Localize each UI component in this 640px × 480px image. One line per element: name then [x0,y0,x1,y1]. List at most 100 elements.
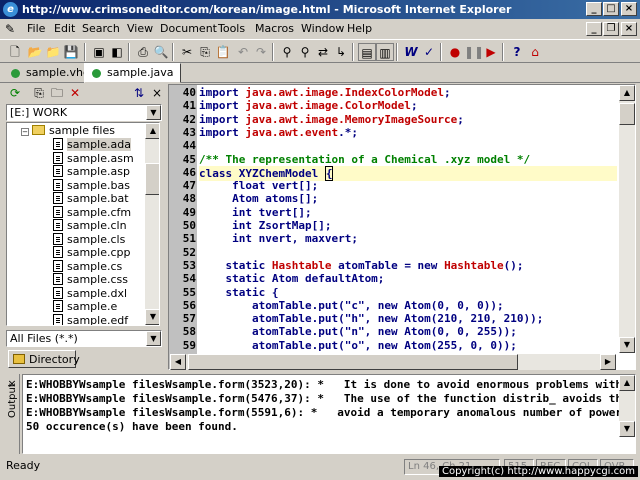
file-icon [53,205,63,218]
new-file-icon[interactable]: 🗋 [6,43,24,61]
tree-file-item[interactable]: sample.bas [53,178,130,192]
tree-file-item[interactable]: sample.edf [53,313,128,325]
help-icon[interactable]: ? [508,43,526,61]
goto-icon[interactable]: ↳ [332,43,350,61]
tree-file-item[interactable]: sample.cls [53,232,125,246]
window-title-bar[interactable]: e http://www.crimsoneditor.com/korean/im… [0,0,640,19]
tree-file-item[interactable]: sample.e [53,300,117,313]
scroll-thumb[interactable] [188,354,518,370]
find-next-icon[interactable]: ⚲ [296,43,314,61]
play-macro-icon[interactable]: ▶ [482,43,500,61]
code-editor[interactable]: 40 41 42 43 44 45 46 47 48 49 50 51 52 53 54 55 56 57 58 59… [168,84,636,370]
tree-file-item[interactable]: sample.asp [53,165,130,178]
tree-file-item[interactable]: sample.cpp [53,246,131,259]
menu-view[interactable]: View [127,22,153,35]
open-folder-icon[interactable]: 📂 [26,43,44,61]
app-icon[interactable]: ✎ [5,22,15,36]
menu-tools[interactable]: Tools [218,22,245,35]
toolbar: 🗋 📂 📁 💾 ▣ ◧ ⎙ 🔍 ✂ ⎘ 📋 ↶ ↷ ⚲ ⚲ ⇄ ↳ ▤ ▥ W … [0,39,640,63]
scroll-thumb[interactable] [145,163,159,195]
print-icon[interactable]: ⎙ [134,43,152,61]
panel-close-icon[interactable]: × [148,84,166,102]
tree-folder-sample-files[interactable]: − sample files [21,124,115,137]
tree-file-label: sample.e [67,300,118,313]
delete-icon[interactable]: ✕ [66,84,84,102]
undo-icon[interactable]: ↶ [234,43,252,61]
refresh-icon[interactable]: ⟳ [6,84,24,102]
tree-file-item[interactable]: sample.bat [53,192,129,205]
close-button[interactable]: × [621,2,637,16]
copy-icon[interactable]: ⎘ [196,43,214,61]
chevron-down-icon[interactable]: ▼ [146,331,161,346]
close-doc-icon[interactable]: ◧ [108,43,126,61]
toolbar-separator [84,43,86,61]
tab-sample-java[interactable]: sample.java [84,63,181,83]
print-preview-icon[interactable]: 🔍 [152,43,170,61]
menu-edit[interactable]: Edit [54,22,75,35]
scroll-up-icon[interactable]: ▲ [145,123,159,139]
menu-search[interactable]: Search [82,22,120,35]
doc-minimize-button[interactable]: _ [586,22,602,36]
scroll-up-icon[interactable]: ▲ [619,85,635,101]
output-text[interactable]: E:WHOBBYWsample filesWsample.form(3523,2… [22,374,636,454]
menu-document[interactable]: Document [160,22,217,35]
code-token: class XYZChemModel [199,166,325,180]
maximize-button[interactable]: □ [603,2,619,16]
paste-icon[interactable]: 📋 [214,43,232,61]
tree-file-item[interactable]: sample.asm [53,151,134,165]
open-remote-icon[interactable]: 📁 [44,43,62,61]
output-scrollbar[interactable]: ▲ ▼ [619,375,635,437]
scroll-down-icon[interactable]: ▼ [619,337,635,353]
redo-icon[interactable]: ↷ [252,43,270,61]
file-status-icon [92,69,101,78]
menu-help[interactable]: Help [347,22,372,35]
record-macro-icon[interactable]: ● [446,43,464,61]
editor-horizontal-scrollbar[interactable]: ◀ ▶ [170,354,616,370]
tree-file-item[interactable]: sample.ada [53,138,131,151]
chevron-down-icon[interactable]: ▼ [146,105,161,120]
file-icon [53,151,63,164]
tab-directory[interactable]: Directory [8,350,80,368]
new-folder-icon[interactable]: 🗀 [48,84,66,102]
cut-icon[interactable]: ✂ [178,43,196,61]
doc-restore-button[interactable]: ❐ [603,22,619,36]
menu-window[interactable]: Window [301,22,344,35]
minimize-button[interactable]: _ [586,2,602,16]
scroll-down-icon[interactable]: ▼ [145,309,159,325]
file-filter-select[interactable]: All Files (*.*) ▼ [6,330,162,347]
tree-file-item[interactable]: sample.cs [53,259,122,273]
pause-macro-icon[interactable]: ❚❚ [464,43,484,61]
scroll-up-icon[interactable]: ▲ [619,375,635,391]
word-wrap-icon[interactable]: W [402,43,420,61]
home-icon[interactable]: ⌂ [526,43,544,61]
tree-file-item[interactable]: sample.dxl [53,286,127,300]
scroll-right-icon[interactable]: ▶ [600,354,616,370]
save-icon[interactable]: 💾 [62,43,80,61]
editor-vertical-scrollbar[interactable]: ▲ ▼ [619,85,635,353]
find-icon[interactable]: ⚲ [278,43,296,61]
sync-icon[interactable]: ⇅ [130,84,148,102]
scroll-down-icon[interactable]: ▼ [619,421,635,437]
spell-check-icon[interactable]: ✓ [420,43,438,61]
tree-scrollbar[interactable]: ▲ ▼ [145,123,159,325]
replace-icon[interactable]: ⇄ [314,43,332,61]
menu-file[interactable]: File [27,22,45,35]
scroll-thumb[interactable] [619,103,635,125]
tree-file-item[interactable]: sample.cfm [53,205,131,219]
copy-path-icon[interactable]: ⎘ [30,84,48,102]
code-token: ; [444,86,451,99]
output-line: E:WHOBBYWsample filesWsample.form(3523,2… [26,378,636,391]
scroll-left-icon[interactable]: ◀ [170,354,186,370]
toggle-output-icon[interactable]: ▤ [358,43,376,61]
tree-file-item[interactable]: sample.cln [53,219,127,232]
collapse-icon[interactable]: − [21,128,29,136]
status-text: Ready [6,459,41,472]
tree-file-item[interactable]: sample.css [53,273,128,286]
toolbar-separator [352,43,354,61]
menu-macros[interactable]: Macros [255,22,294,35]
tab-sample-vhd[interactable]: sample.vhd [4,64,96,82]
toggle-directory-icon[interactable]: ▥ [376,43,394,61]
save-all-icon[interactable]: ▣ [90,43,108,61]
drive-select[interactable]: [E:] WORK ▼ [6,104,162,121]
doc-close-button[interactable]: × [621,22,637,36]
